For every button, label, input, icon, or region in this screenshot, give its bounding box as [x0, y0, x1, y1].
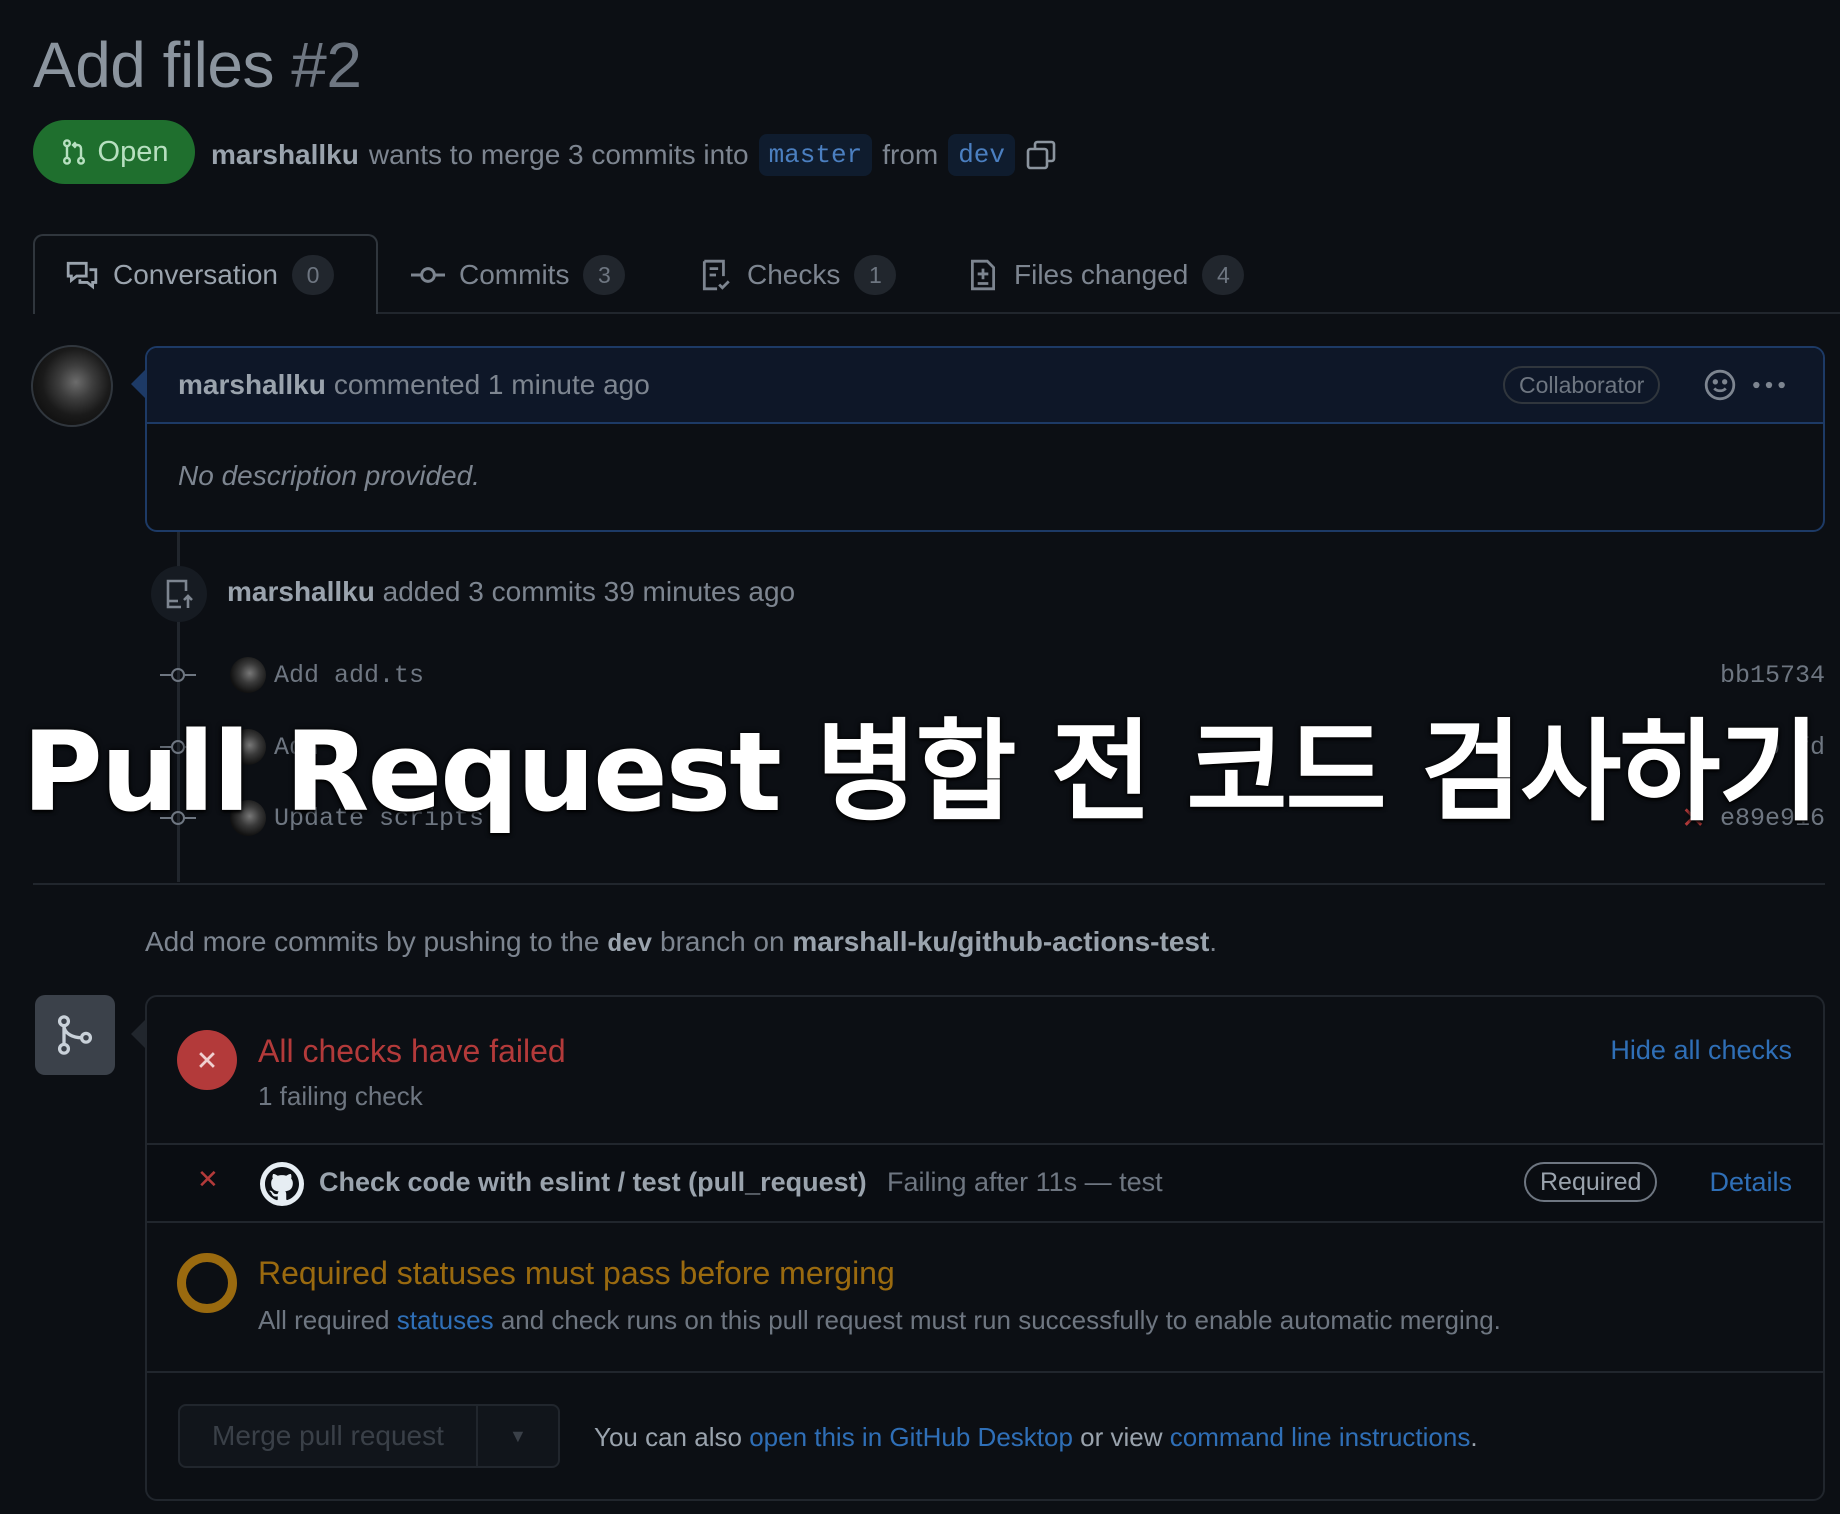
repo-push-badge — [151, 566, 207, 622]
push-hint-branch: dev — [607, 930, 653, 959]
requirements-title: Required statuses must pass before mergi… — [258, 1255, 895, 1291]
github-icon — [260, 1162, 304, 1206]
comment-meta[interactable]: commented 1 minute ago — [334, 369, 650, 401]
requirements-text: All required statuses and check runs on … — [258, 1305, 1501, 1336]
smiley-icon[interactable] — [1703, 368, 1737, 402]
merge-alternatives: You can also open this in GitHub Desktop… — [594, 1422, 1478, 1453]
check-name: Check code with eslint / test (pull_requ… — [319, 1167, 867, 1197]
push-hint-prefix: Add more commits by pushing to the — [145, 926, 600, 957]
requirements-prefix: All required — [258, 1305, 390, 1335]
statuses-link[interactable]: statuses — [397, 1305, 494, 1335]
merge-or-text: or view — [1080, 1422, 1163, 1452]
checklist-icon — [702, 259, 730, 291]
pr-author-link[interactable]: marshallku — [211, 139, 359, 171]
from-text: from — [882, 139, 939, 170]
copy-icon[interactable] — [1025, 138, 1057, 172]
tab-counter: 4 — [1202, 255, 1245, 295]
hide-checks-link[interactable]: Hide all checks — [1610, 1035, 1792, 1066]
git-commit-icon — [411, 267, 445, 283]
tab-counter: 3 — [583, 255, 626, 295]
comment-discussion-icon — [66, 261, 98, 290]
state-label: Open — [97, 135, 169, 168]
tab-files-changed[interactable]: Files changed 4 — [966, 254, 1245, 296]
required-statuses: Required statuses must pass before mergi… — [147, 1223, 1823, 1373]
merge-end: . — [1470, 1422, 1478, 1452]
tab-label: Commits — [459, 259, 570, 290]
triangle-down-icon: ▼ — [508, 1425, 527, 1446]
check-item: ✕ Check code with eslint / test (pull_re… — [147, 1145, 1823, 1223]
push-hint-suffix: . — [1209, 926, 1218, 957]
overlay-title: Pull Request 병합 전 코드 검사하기 — [22, 708, 1820, 836]
tab-checks[interactable]: Checks 1 — [699, 254, 897, 296]
required-badge: Required — [1524, 1162, 1658, 1202]
requirements-suffix: and check runs on this pull request must… — [500, 1305, 1501, 1335]
checks-title: All checks have failed — [258, 1033, 566, 1069]
comment-pointer — [131, 370, 145, 398]
collaborator-badge: Collaborator — [1503, 366, 1661, 404]
merge-button[interactable]: Merge pull request — [180, 1406, 478, 1466]
repo-push-icon — [166, 579, 193, 609]
pending-ring-icon — [177, 1253, 237, 1313]
kebab-horizontal-icon[interactable] — [1750, 372, 1788, 398]
head-branch[interactable]: dev — [948, 134, 1015, 176]
tab-counter: 1 — [854, 255, 897, 295]
push-hint-middle: branch on — [660, 926, 785, 957]
push-author[interactable]: marshallku — [227, 576, 375, 607]
merge-dropdown-toggle[interactable]: ▼ — [478, 1426, 558, 1447]
github-desktop-link[interactable]: open this in GitHub Desktop — [749, 1422, 1073, 1452]
file-diff-icon — [970, 259, 996, 291]
checks-summary: All checks have failed 1 failing check H… — [147, 997, 1823, 1145]
tab-conversation[interactable]: Conversation 0 — [65, 254, 334, 296]
comment-author[interactable]: marshallku — [178, 369, 326, 401]
page-title: Add files #2 — [33, 28, 362, 102]
merge-button-group: Merge pull request ▼ — [178, 1404, 560, 1468]
push-event: marshallku added 3 commits 39 minutes ag… — [227, 576, 795, 608]
base-branch[interactable]: master — [758, 134, 873, 176]
tab-commits[interactable]: Commits 3 — [411, 254, 626, 296]
merge-box: All checks have failed 1 failing check H… — [145, 995, 1825, 1501]
x-icon: ✕ — [197, 1165, 219, 1195]
tab-label: Checks — [747, 259, 841, 290]
push-text: added 3 commits 39 minutes ago — [382, 576, 796, 607]
comment-body: No description provided. — [178, 460, 480, 491]
merge-text: wants to merge 3 commits into — [368, 139, 749, 170]
tab-counter: 0 — [291, 255, 334, 295]
pr-number: #2 — [291, 29, 362, 101]
merge-status-icon-box — [35, 995, 115, 1075]
command-line-link[interactable]: command line instructions — [1170, 1422, 1471, 1452]
x-icon — [199, 1052, 215, 1068]
merge-also-text: You can also — [594, 1422, 742, 1452]
timeline-divider — [33, 883, 1825, 885]
git-merge-icon — [57, 1015, 93, 1055]
git-pull-request-icon — [62, 139, 85, 165]
checks-subtitle: 1 failing check — [258, 1081, 423, 1111]
tab-label: Files changed — [1014, 259, 1189, 290]
tab-label: Conversation — [113, 259, 278, 290]
avatar[interactable] — [31, 345, 113, 427]
state-badge-open: Open — [33, 120, 195, 184]
status-failed — [177, 1030, 237, 1090]
push-hint: Add more commits by pushing to the dev b… — [145, 926, 1217, 959]
pr-title-text: Add files — [33, 29, 274, 101]
check-status: Failing after 11s — test — [887, 1167, 1163, 1197]
merge-pointer — [131, 1020, 145, 1048]
pr-meta: marshallku wants to merge 3 commits into… — [211, 134, 1057, 176]
push-hint-repo[interactable]: marshall-ku/github-actions-test — [792, 926, 1209, 957]
details-link[interactable]: Details — [1709, 1167, 1792, 1198]
